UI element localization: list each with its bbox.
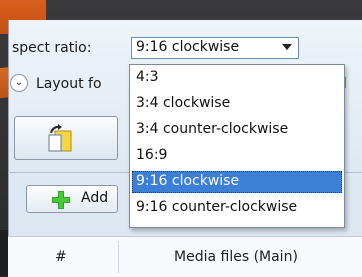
rotate-page-button[interactable]	[14, 116, 118, 160]
column-header-index[interactable]: #	[55, 249, 67, 265]
dropdown-option[interactable]: 16:9	[132, 145, 342, 167]
media-grid-header: # Media files (Main)	[8, 236, 362, 277]
layout-label: Layout fo	[36, 76, 102, 92]
rotate-page-icon	[48, 124, 72, 152]
aspect-ratio-dropdown-list: 4:3 3:4 clockwise 3:4 counter-clockwise …	[129, 64, 345, 228]
dropdown-option-selected[interactable]: 9:16 clockwise	[132, 171, 342, 193]
add-button-label: Add	[81, 190, 109, 206]
chevron-down-icon[interactable]: ⌄	[10, 74, 28, 92]
add-button[interactable]: Add	[26, 185, 118, 213]
aspect-ratio-combobox[interactable]: 9:16 clockwise	[131, 37, 299, 59]
dropdown-option[interactable]: 9:16 counter-clockwise	[132, 197, 342, 219]
column-header-media-files[interactable]: Media files (Main)	[174, 249, 298, 265]
aspect-ratio-value: 9:16 clockwise	[136, 39, 240, 55]
column-separator[interactable]	[118, 241, 119, 273]
dropdown-option[interactable]: 3:4 counter-clockwise	[132, 119, 342, 141]
dropdown-arrow-icon	[282, 44, 292, 50]
window-edge	[0, 230, 8, 276]
dropdown-option[interactable]: 4:3	[132, 67, 342, 89]
dropdown-option[interactable]: 3:4 clockwise	[132, 93, 342, 115]
aspect-ratio-label: spect ratio:	[12, 40, 92, 56]
plus-icon	[52, 191, 70, 209]
